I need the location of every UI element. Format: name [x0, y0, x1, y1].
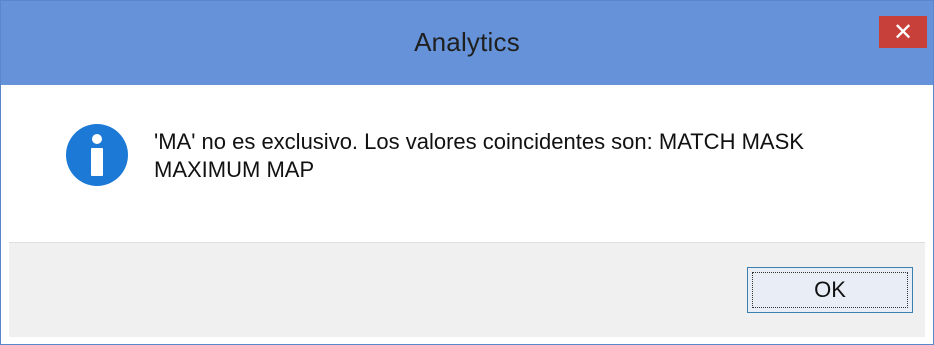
title-bar[interactable]: Analytics ✕: [1, 1, 933, 85]
message-line-2: MAXIMUM MAP: [154, 157, 315, 182]
message-text: 'MA' no es exclusivo. Los valores coinci…: [154, 128, 894, 184]
button-bar: OK: [9, 242, 925, 337]
message-area: 'MA' no es exclusivo. Los valores coinci…: [9, 85, 925, 242]
message-line-1: 'MA' no es exclusivo. Los valores coinci…: [154, 129, 804, 154]
info-icon: [66, 124, 128, 186]
ok-button-label: OK: [814, 277, 846, 302]
message-dialog: Analytics ✕ 'MA' no es exclusivo. Los va…: [0, 0, 934, 345]
close-button[interactable]: ✕: [879, 16, 927, 48]
dialog-body: 'MA' no es exclusivo. Los valores coinci…: [9, 85, 925, 337]
window-title: Analytics: [414, 27, 520, 57]
close-icon: ✕: [892, 18, 914, 46]
ok-button[interactable]: OK: [747, 267, 913, 313]
